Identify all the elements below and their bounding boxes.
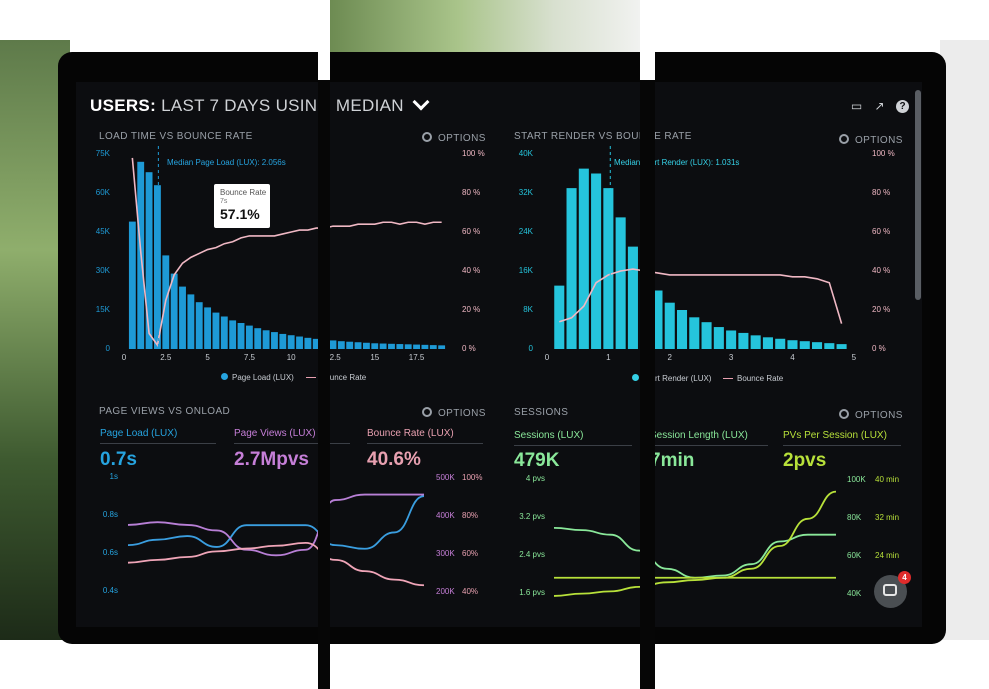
render-bar [812, 342, 823, 349]
load-bar [304, 337, 312, 349]
load-bar [204, 307, 212, 349]
load-bar [128, 221, 136, 349]
load-bar [396, 344, 404, 349]
load-bar [271, 332, 278, 349]
render-bar [836, 344, 847, 349]
render-bar [554, 285, 565, 349]
render-bar [689, 317, 700, 349]
load-bar [262, 330, 270, 349]
bounce-rate-tooltip: Bounce Rate 7s 57.1% [214, 184, 270, 228]
render-bar [578, 168, 589, 349]
render-bar [787, 340, 798, 349]
sessions-series-line [553, 526, 836, 579]
tooltip-value: 57.1% [220, 206, 260, 222]
metric-rule [367, 443, 483, 444]
load-bar [195, 302, 203, 349]
load-bar [179, 286, 186, 349]
load-bar [187, 294, 195, 349]
render-bar [603, 188, 614, 349]
load-bar [212, 312, 220, 349]
load-bar [245, 325, 253, 349]
load-bar [438, 345, 446, 349]
metric-rule [650, 445, 768, 446]
charts-canvas [127, 146, 847, 597]
metric-title-pvs: PVs Per Session (LUX) [783, 430, 887, 441]
load-bar [388, 343, 395, 349]
metric-title-sessions: Sessions (LUX) [514, 430, 584, 441]
pageviews-series-line [127, 542, 425, 587]
metric-title-bounce: Bounce Rate (LUX) [367, 428, 454, 439]
render-bar [824, 343, 835, 349]
load-bar [404, 344, 412, 349]
metric-value-bounce: 40.6% [367, 449, 421, 470]
load-bar [220, 316, 228, 349]
tooltip-title: Bounce Rate [220, 188, 267, 197]
render-bar [738, 332, 749, 349]
load-bar [346, 341, 354, 349]
render-bar [627, 246, 638, 349]
legend-swatch-start-render [632, 374, 639, 381]
metric-rule [514, 445, 632, 446]
load-bar [337, 341, 345, 349]
legend-swatch-bounce-render [723, 378, 733, 379]
render-bar [799, 341, 810, 349]
metric-value-session-length: 7min [650, 450, 695, 471]
render-bounce-line [559, 268, 843, 324]
photo-strip-gap [318, 0, 330, 80]
photo-strip-gap [640, 0, 655, 80]
render-bar [762, 337, 773, 349]
render-bar [713, 327, 724, 349]
metric-value-page-views: 2.7Mpvs [234, 449, 309, 470]
metric-value-pvs: 2pvs [783, 450, 827, 471]
metric-title-session-length: Session Length (LUX) [650, 430, 748, 441]
legend-bounce-render: Bounce Rate [737, 374, 784, 383]
metric-title-page-load: Page Load (LUX) [100, 428, 178, 439]
render-bar [615, 217, 626, 349]
photo-strip-divider [318, 0, 330, 689]
photo-strip-divider [640, 0, 655, 689]
render-bar [726, 330, 737, 349]
load-bar [371, 343, 379, 349]
load-bar [287, 335, 295, 349]
metric-rule [234, 443, 350, 444]
load-bar [329, 340, 337, 349]
legend-swatch-bounce [306, 377, 316, 378]
load-bar [154, 185, 161, 349]
sessions-series-line [553, 490, 837, 597]
load-bar [145, 172, 153, 349]
load-bar [413, 344, 420, 349]
load-bar [296, 336, 303, 349]
metric-rule [100, 443, 216, 444]
render-bar [566, 188, 577, 349]
load-bounce-line [131, 157, 442, 348]
notification-badge: 4 [898, 571, 911, 584]
render-bar [664, 302, 675, 349]
tooltip-sub: 7s [220, 198, 228, 205]
load-bar [362, 342, 370, 349]
load-bar [421, 344, 429, 349]
render-bar [701, 322, 712, 349]
metric-title-page-views: Page Views (LUX) [234, 428, 316, 439]
load-bar [237, 323, 245, 349]
chat-icon [883, 584, 897, 596]
load-bar [229, 320, 237, 349]
metric-value-page-load: 0.7s [100, 449, 137, 470]
load-bar [170, 273, 178, 349]
load-bar [279, 333, 287, 349]
legend-swatch-page-load [221, 373, 228, 380]
legend-page-load: Page Load (LUX) [232, 373, 294, 382]
metric-value-sessions: 479K [514, 450, 560, 471]
metric-rule [783, 445, 901, 446]
load-bar [254, 328, 262, 349]
render-bar [775, 338, 786, 349]
render-bar [750, 335, 761, 349]
render-bar [591, 173, 602, 349]
pageviews-series-line [127, 495, 425, 550]
load-bar [379, 343, 387, 349]
load-bar [354, 342, 362, 349]
render-bar [676, 310, 688, 349]
load-bar [429, 345, 437, 349]
